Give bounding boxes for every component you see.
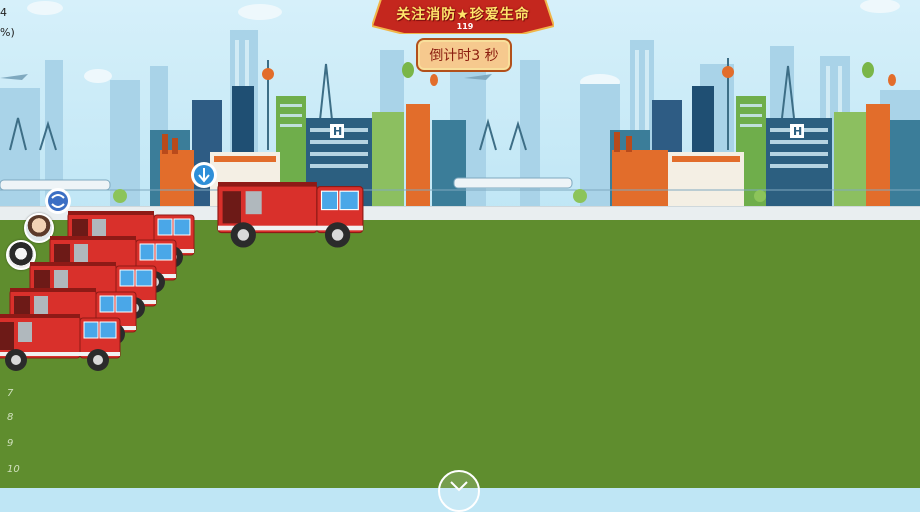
fire-truck-icon [0,314,121,371]
fire-truck-icon [217,182,364,248]
fire-truck-fleet [0,182,364,371]
chevron-down-icon [450,481,468,492]
scroll-down-button[interactable] [438,470,480,512]
